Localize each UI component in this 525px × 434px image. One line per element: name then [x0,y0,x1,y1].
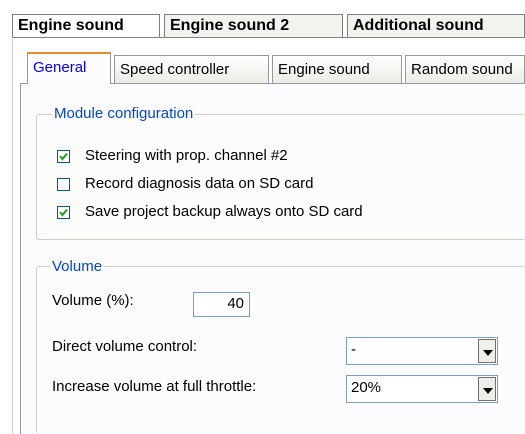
save-backup-label: Save project backup always onto SD card [85,203,363,220]
steering-prop-channel-label: Steering with prop. channel #2 [85,147,288,164]
tab-engine-sound-2[interactable]: Engine sound 2 [164,14,343,37]
tab-label: Additional sound [353,17,484,34]
direct-volume-control-value: - [351,341,356,358]
tab-general[interactable]: General [27,52,111,84]
tab-label: Engine sound [18,17,124,34]
chevron-down-icon[interactable] [478,377,496,401]
volume-legend: Volume [50,258,105,276]
tab-engine-sound[interactable]: Engine sound [12,14,160,37]
tab-label: Engine sound [278,61,370,78]
volume-percent-label: Volume (%): [52,292,134,309]
module-configuration-legend: Module configuration [52,105,196,123]
tab-label: Speed controller [120,61,230,78]
chevron-down-icon[interactable] [478,339,496,363]
direct-volume-control-label: Direct volume control: [52,338,198,355]
volume-input[interactable]: 40 [193,292,250,317]
tab-additional-sound[interactable]: Additional sound [347,14,525,37]
tab-label: Random sound [411,61,513,78]
tab-engine-sound-inner[interactable]: Engine sound [272,55,402,83]
tab-random-sound[interactable]: Random sound [405,55,525,83]
record-diagnosis-checkbox[interactable] [57,178,70,191]
tab-speed-controller[interactable]: Speed controller [114,55,269,83]
tab-label: Engine sound 2 [170,17,290,34]
save-backup-checkbox[interactable] [57,206,70,219]
checkmark-icon [59,152,68,161]
tab-label: General [33,59,87,76]
steering-prop-channel-checkbox[interactable] [57,150,70,163]
increase-volume-select[interactable]: 20% [346,375,498,403]
record-diagnosis-label: Record diagnosis data on SD card [85,175,314,192]
increase-volume-label: Increase volume at full throttle: [52,378,257,395]
checkmark-icon [59,208,68,217]
direct-volume-control-select[interactable]: - [346,337,498,365]
increase-volume-value: 20% [351,379,382,396]
